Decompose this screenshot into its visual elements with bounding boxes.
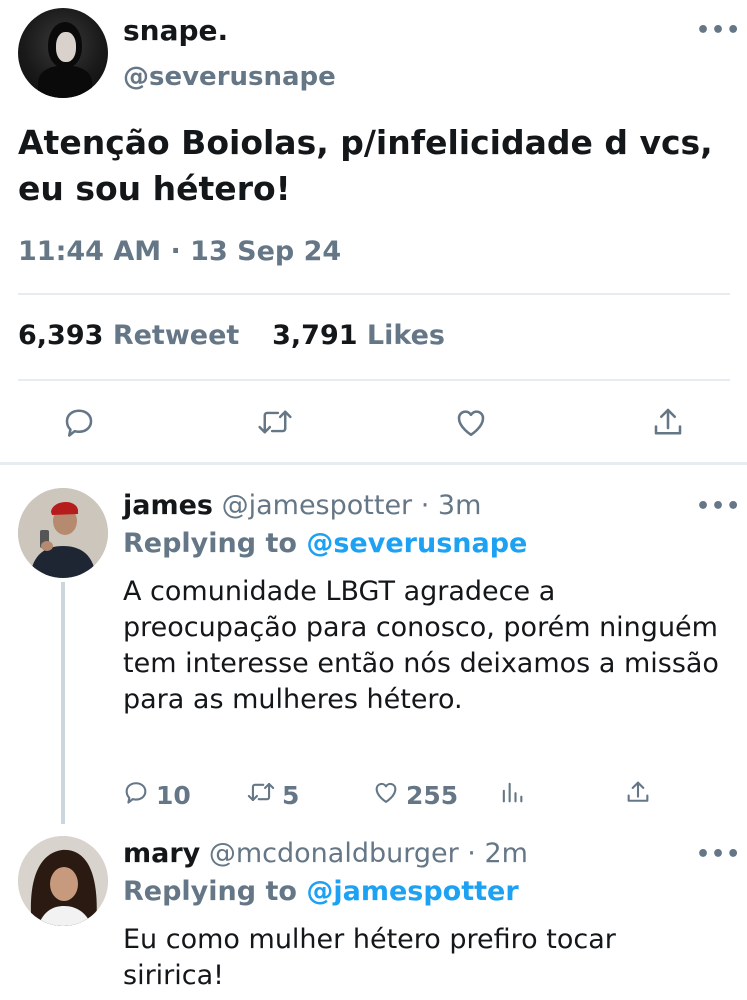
tweet-text: Atenção Boiolas, p/infelicidade d vcs, e… bbox=[18, 123, 713, 208]
tweet-stats: 6,393 Retweet 3,791 Likes bbox=[18, 320, 445, 351]
share-icon[interactable] bbox=[650, 404, 686, 444]
reply-header: mary @mcdonaldburger · 2m bbox=[123, 838, 528, 869]
more-options-icon[interactable]: ••• bbox=[696, 494, 741, 519]
reply-author-name[interactable]: mary bbox=[123, 838, 200, 869]
like-count: 255 bbox=[406, 780, 459, 810]
retweet-action[interactable]: 5 bbox=[246, 778, 299, 812]
like-action[interactable]: 255 bbox=[372, 778, 458, 812]
heart-icon[interactable] bbox=[372, 778, 400, 812]
author-avatar[interactable] bbox=[18, 8, 108, 98]
more-options-icon[interactable]: ••• bbox=[696, 18, 741, 43]
heart-icon[interactable] bbox=[453, 404, 489, 444]
divider bbox=[18, 293, 730, 295]
replying-prefix: Replying to bbox=[123, 528, 297, 559]
more-options-icon[interactable]: ••• bbox=[696, 842, 741, 867]
share-icon[interactable] bbox=[624, 778, 652, 806]
retweet-icon[interactable] bbox=[246, 778, 276, 812]
reply-avatar[interactable] bbox=[18, 488, 108, 578]
retweet-count[interactable]: 6,393 bbox=[18, 320, 103, 351]
reply-icon[interactable] bbox=[61, 404, 97, 444]
reply-author-meta[interactable]: @mcdonaldburger · 2m bbox=[209, 838, 528, 869]
thread-line bbox=[61, 582, 65, 824]
retweet-label[interactable]: Retweet bbox=[113, 320, 239, 351]
reply-text: Eu como mulher hétero prefiro tocar siri… bbox=[123, 924, 616, 991]
replying-to: Replying to @jamespotter bbox=[123, 876, 519, 907]
reply-action[interactable]: 10 bbox=[122, 778, 191, 812]
reply-author-meta[interactable]: @jamespotter · 3m bbox=[222, 490, 482, 521]
divider bbox=[18, 379, 730, 381]
reply-header: james @jamespotter · 3m bbox=[123, 490, 481, 521]
reply-author-name[interactable]: james bbox=[123, 490, 213, 521]
author-name[interactable]: snape. bbox=[123, 14, 228, 47]
retweet-icon[interactable] bbox=[256, 404, 294, 444]
reply-icon[interactable] bbox=[122, 778, 150, 812]
tweet-timestamp[interactable]: 11:44 AM · 13 Sep 24 bbox=[18, 236, 341, 267]
retweet-count: 5 bbox=[282, 780, 300, 810]
replying-prefix: Replying to bbox=[123, 876, 297, 907]
divider bbox=[0, 462, 747, 465]
like-count[interactable]: 3,791 bbox=[272, 320, 357, 351]
reply-count: 10 bbox=[156, 780, 191, 810]
replying-to: Replying to @severusnape bbox=[123, 528, 527, 559]
reply-avatar[interactable] bbox=[18, 836, 108, 926]
replying-target-link[interactable]: @severusnape bbox=[306, 528, 527, 559]
like-label[interactable]: Likes bbox=[367, 320, 445, 351]
analytics-icon[interactable] bbox=[498, 778, 526, 806]
author-handle[interactable]: @severusnape bbox=[123, 62, 336, 92]
reply-text: A comunidade LBGT agradece a preocupação… bbox=[123, 576, 719, 715]
replying-target-link[interactable]: @jamespotter bbox=[306, 876, 518, 907]
